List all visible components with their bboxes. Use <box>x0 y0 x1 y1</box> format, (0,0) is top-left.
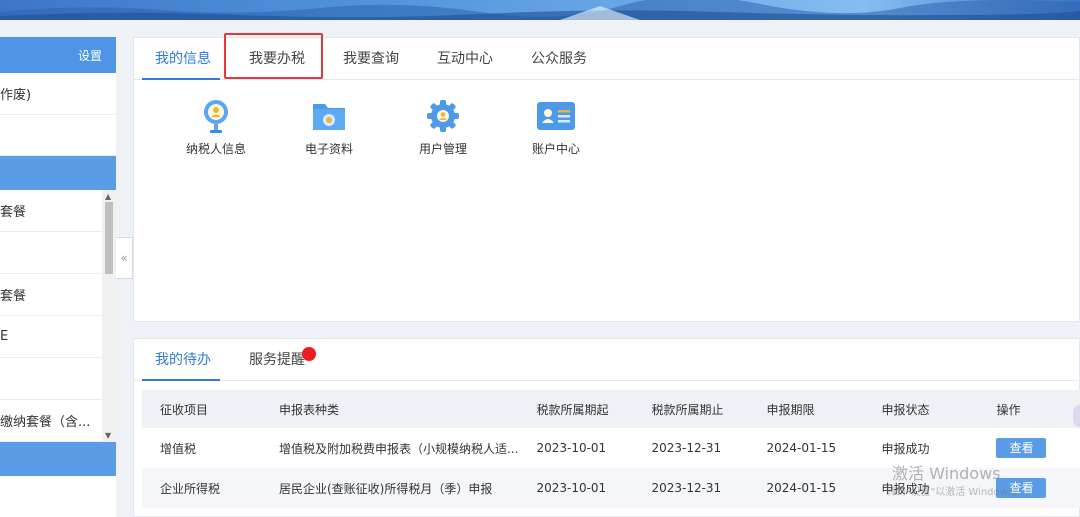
shortcut-label: 电子资料 <box>304 142 353 156</box>
sidebar-scrollbar[interactable]: ▲ ▼ <box>102 190 116 442</box>
sidebar-list-item[interactable] <box>0 232 116 274</box>
double-chevron-left-icon: « <box>120 251 128 265</box>
folder-icon <box>307 96 351 136</box>
tab-interaction-center[interactable]: 互动中心 <box>437 38 493 80</box>
tab-tax-handling[interactable]: 我要办税 <box>249 38 305 80</box>
tab-query[interactable]: 我要查询 <box>343 38 399 80</box>
active-tab-underline <box>142 78 220 80</box>
shortcut-electronic-docs[interactable]: 电子资料 <box>284 96 374 157</box>
taxpayer-icon <box>194 96 238 136</box>
shortcut-label: 纳税人信息 <box>185 142 246 156</box>
notification-dot <box>302 347 316 361</box>
table-cell: 企业所得税 <box>142 468 261 508</box>
main-tabs: 我的信息 我要办税 我要查询 互动中心 公众服务 <box>134 33 1079 80</box>
settings-link[interactable]: 设置 <box>78 47 102 64</box>
sidebar-section-bar <box>0 442 116 476</box>
active-tab-underline <box>142 379 220 381</box>
sidebar-list-item[interactable] <box>0 358 116 400</box>
left-sidebar: 设置 作废) 套餐 套餐 E 缴纳套餐（含... ▲ ▼ <box>0 37 116 517</box>
sidebar-list-item[interactable]: 套餐 <box>0 190 116 232</box>
table-cell: 2023-12-31 <box>633 468 749 508</box>
tab-my-todo[interactable]: 我的待办 <box>155 339 211 381</box>
id-card-icon <box>534 96 578 136</box>
windows-activation-watermark: 激活 Windows <box>892 464 1001 483</box>
table-cell: 2024-01-15 <box>748 428 864 468</box>
table-cell: 增值税 <box>142 428 261 468</box>
gear-icon <box>421 96 465 136</box>
sidebar-blank <box>0 115 116 156</box>
floating-widget-edge[interactable] <box>1073 405 1080 427</box>
scroll-down-icon[interactable]: ▼ <box>105 431 111 440</box>
table-cell: 2023-10-01 <box>518 468 634 508</box>
column-header: 申报状态 <box>863 390 979 428</box>
column-header: 申报表种类 <box>261 390 519 428</box>
windows-activation-hint: 转到"设置"以激活 Windows。 <box>886 487 1024 498</box>
shortcut-account-center[interactable]: 账户中心 <box>511 96 601 157</box>
table-cell: 增值税及附加税费申报表（小规模纳税人适... <box>261 428 519 468</box>
column-header: 申报期限 <box>748 390 864 428</box>
shortcut-label: 用户管理 <box>418 142 467 156</box>
column-header: 税款所属期起 <box>518 390 634 428</box>
tab-public-service[interactable]: 公众服务 <box>531 38 587 80</box>
table-cell: 2023-12-31 <box>633 428 749 468</box>
scroll-thumb[interactable] <box>105 202 113 274</box>
column-header: 税款所属期止 <box>633 390 749 428</box>
table-cell: 居民企业(查账征收)所得税月（季）申报 <box>261 468 519 508</box>
sidebar-header: 设置 <box>0 37 116 73</box>
sidebar-list-item[interactable]: 缴纳套餐（含... <box>0 400 116 442</box>
view-button[interactable]: 查看 <box>996 438 1047 458</box>
column-header: 操作 <box>978 390 1080 428</box>
tab-my-info[interactable]: 我的信息 <box>155 38 211 80</box>
sidebar-list-item[interactable]: E <box>0 316 116 358</box>
todo-tabs: 我的待办 服务提醒 <box>134 339 1079 381</box>
top-banner <box>0 0 1080 20</box>
sidebar-section-bar <box>0 156 116 190</box>
tab-service-reminder[interactable]: 服务提醒 <box>249 339 305 381</box>
table-cell: 2024-01-15 <box>748 468 864 508</box>
shortcut-taxpayer-info[interactable]: 纳税人信息 <box>171 96 261 157</box>
column-header: 征收项目 <box>142 390 261 428</box>
sidebar-item-void[interactable]: 作废) <box>0 73 116 115</box>
collapse-sidebar-button[interactable]: « <box>116 237 133 279</box>
scroll-up-icon[interactable]: ▲ <box>105 192 111 201</box>
table-header-row: 征收项目 申报表种类 税款所属期起 税款所属期止 申报期限 申报状态 操作 <box>142 390 1080 428</box>
table-cell: 2023-10-01 <box>518 428 634 468</box>
sidebar-list-item[interactable]: 套餐 <box>0 274 116 316</box>
sidebar-package-list: 套餐 套餐 E 缴纳套餐（含... ▲ ▼ <box>0 190 116 442</box>
my-info-panel: 我的信息 我要办税 我要查询 互动中心 公众服务 纳税人信息 电子资料 用户管理… <box>133 33 1080 322</box>
shortcut-label: 账户中心 <box>531 142 580 156</box>
shortcut-user-management[interactable]: 用户管理 <box>398 96 488 157</box>
